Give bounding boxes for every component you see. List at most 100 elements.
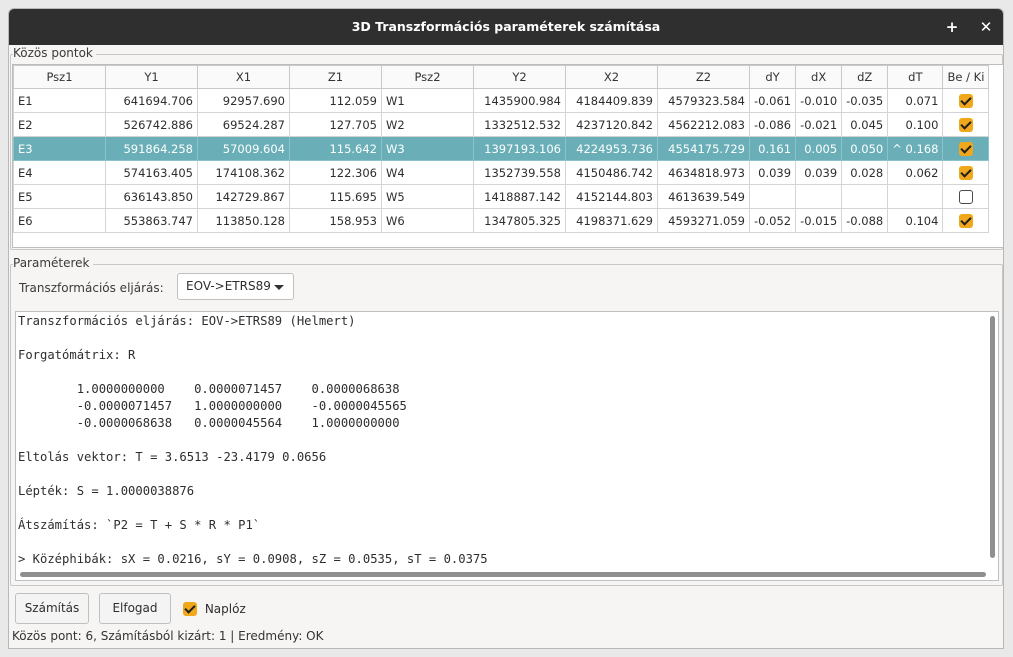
column-header[interactable]: dZ [841, 65, 889, 89]
table-cell-dz[interactable]: 0.050 [841, 136, 889, 161]
table-cell-psz2[interactable]: W6 [381, 208, 474, 233]
row-enabled-checkbox[interactable] [958, 141, 973, 156]
table-cell-x1[interactable]: 174108.362 [197, 160, 290, 185]
table-cell-dt[interactable]: 0.062 [887, 160, 944, 185]
table-cell-z1[interactable]: 122.306 [289, 160, 382, 185]
table-cell-z1[interactable]: 115.642 [289, 136, 382, 161]
row-enabled-checkbox[interactable] [958, 165, 973, 180]
table-cell-z1[interactable]: 127.705 [289, 112, 382, 137]
table-cell-dx[interactable]: -0.015 [795, 208, 843, 233]
table-cell-dz[interactable]: 0.028 [841, 160, 889, 185]
table-cell-dz[interactable]: -0.035 [841, 88, 889, 113]
table-cell-psz1[interactable]: E1 [13, 88, 106, 113]
table-cell-enabled[interactable] [942, 160, 990, 185]
log-checkbox-wrapper[interactable]: Naplóz [183, 601, 246, 617]
column-header[interactable]: Y1 [105, 65, 198, 89]
column-header[interactable]: X2 [565, 65, 658, 89]
table-cell-dz[interactable]: 0.045 [841, 112, 889, 137]
table-cell-dt[interactable]: ^ 0.168 [887, 136, 944, 161]
table-cell-y2[interactable]: 1332512.532 [473, 112, 566, 137]
table-row[interactable]: E6 553863.747 113850.128 158.953 W6 1347805.3… [13, 208, 990, 233]
table-cell-dt[interactable]: 0.104 [887, 208, 944, 233]
table-cell-dy[interactable]: -0.052 [748, 208, 797, 233]
column-header[interactable]: Be / Ki [942, 65, 990, 89]
table-cell-x2[interactable]: 4150486.742 [565, 160, 658, 185]
column-header[interactable]: Z1 [289, 65, 382, 89]
column-header[interactable]: Y2 [473, 65, 566, 89]
table-row[interactable]: E1 641694.706 92957.690 112.059 W1 1435900.98… [13, 88, 990, 113]
table-cell-y1[interactable]: 641694.706 [105, 88, 198, 113]
table-cell-x1[interactable]: 92957.690 [197, 88, 290, 113]
table-row[interactable]: E2 526742.886 69524.287 127.705 W2 1332512.53… [13, 112, 990, 137]
vertical-scrollbar[interactable] [990, 316, 995, 558]
table-cell-y2[interactable]: 1347805.325 [473, 208, 566, 233]
table-row[interactable]: E3 591864.258 57009.604 115.642 W3 1397193.10… [13, 136, 990, 161]
column-header[interactable]: Z2 [657, 65, 750, 89]
table-cell-enabled[interactable] [942, 208, 990, 233]
table-cell-x1[interactable]: 57009.604 [197, 136, 290, 161]
result-log[interactable]: Transzformációs eljárás: EOV->ETRS89 (He… [15, 311, 999, 581]
table-cell-x2[interactable]: 4198371.629 [565, 208, 658, 233]
table-cell-dt[interactable]: 0.071 [887, 88, 944, 113]
table-cell-enabled[interactable] [942, 184, 990, 209]
table-cell-dy[interactable]: 0.039 [748, 160, 797, 185]
column-header[interactable]: Psz1 [13, 65, 106, 89]
table-cell-x2[interactable]: 4224953.736 [565, 136, 658, 161]
table-cell-dy[interactable]: 0.161 [748, 136, 797, 161]
table-cell-x1[interactable]: 69524.287 [197, 112, 290, 137]
table-cell-dx[interactable]: 0.039 [795, 160, 843, 185]
row-enabled-checkbox[interactable] [958, 117, 973, 132]
table-cell-z2[interactable]: 4562212.083 [657, 112, 750, 137]
table-cell-dx[interactable] [795, 184, 843, 209]
column-header[interactable]: Psz2 [381, 65, 474, 89]
table-cell-psz2[interactable]: W3 [381, 136, 474, 161]
table-cell-z1[interactable]: 115.695 [289, 184, 382, 209]
table-cell-z2[interactable]: 4634818.973 [657, 160, 750, 185]
column-header[interactable]: dY [748, 65, 797, 89]
table-cell-psz2[interactable]: W5 [381, 184, 474, 209]
table-cell-z1[interactable]: 158.953 [289, 208, 382, 233]
table-cell-psz2[interactable]: W1 [381, 88, 474, 113]
table-cell-z1[interactable]: 112.059 [289, 88, 382, 113]
table-cell-dx[interactable]: -0.010 [795, 88, 843, 113]
table-cell-y1[interactable]: 591864.258 [105, 136, 198, 161]
close-button[interactable]: ✕ [976, 17, 996, 37]
table-cell-enabled[interactable] [942, 136, 990, 161]
table-cell-enabled[interactable] [942, 112, 990, 137]
table-cell-dz[interactable] [841, 184, 889, 209]
table-cell-y1[interactable]: 574163.405 [105, 160, 198, 185]
table-cell-dy[interactable]: -0.061 [748, 88, 797, 113]
table-cell-dy[interactable]: -0.086 [748, 112, 797, 137]
table-cell-dx[interactable]: -0.021 [795, 112, 843, 137]
table-cell-dx[interactable]: 0.005 [795, 136, 843, 161]
table-cell-psz1[interactable]: E3 [13, 136, 106, 161]
horizontal-scrollbar[interactable] [20, 572, 986, 577]
method-select[interactable]: EOV->ETRS89 [177, 273, 294, 300]
row-enabled-checkbox[interactable] [958, 189, 973, 204]
log-checkbox[interactable] [183, 601, 197, 616]
table-cell-enabled[interactable] [942, 88, 990, 113]
table-cell-psz2[interactable]: W2 [381, 112, 474, 137]
accept-button[interactable]: Elfogad [99, 593, 171, 624]
table-cell-x2[interactable]: 4152144.803 [565, 184, 658, 209]
table-cell-dz[interactable]: -0.088 [841, 208, 889, 233]
table-cell-psz1[interactable]: E2 [13, 112, 106, 137]
table-cell-y2[interactable]: 1352739.558 [473, 160, 566, 185]
table-cell-x2[interactable]: 4237120.842 [565, 112, 658, 137]
table-cell-y2[interactable]: 1397193.106 [473, 136, 566, 161]
table-cell-dt[interactable] [887, 184, 944, 209]
table-cell-dy[interactable] [748, 184, 797, 209]
column-header[interactable]: dT [887, 65, 944, 89]
table-cell-y2[interactable]: 1435900.984 [473, 88, 566, 113]
table-cell-psz1[interactable]: E5 [13, 184, 106, 209]
table-cell-psz2[interactable]: W4 [381, 160, 474, 185]
table-row[interactable]: E5 636143.850 142729.867 115.695 W5 1418887.1… [13, 184, 990, 209]
maximize-button[interactable]: + [942, 17, 962, 37]
column-header[interactable]: dX [795, 65, 843, 89]
table-cell-x1[interactable]: 113850.128 [197, 208, 290, 233]
table-cell-psz1[interactable]: E6 [13, 208, 106, 233]
table-row[interactable]: E4 574163.405 174108.362 122.306 W4 1352739.5… [13, 160, 990, 185]
table-cell-x1[interactable]: 142729.867 [197, 184, 290, 209]
table-cell-z2[interactable]: 4554175.729 [657, 136, 750, 161]
compute-button[interactable]: Számítás [15, 593, 89, 624]
